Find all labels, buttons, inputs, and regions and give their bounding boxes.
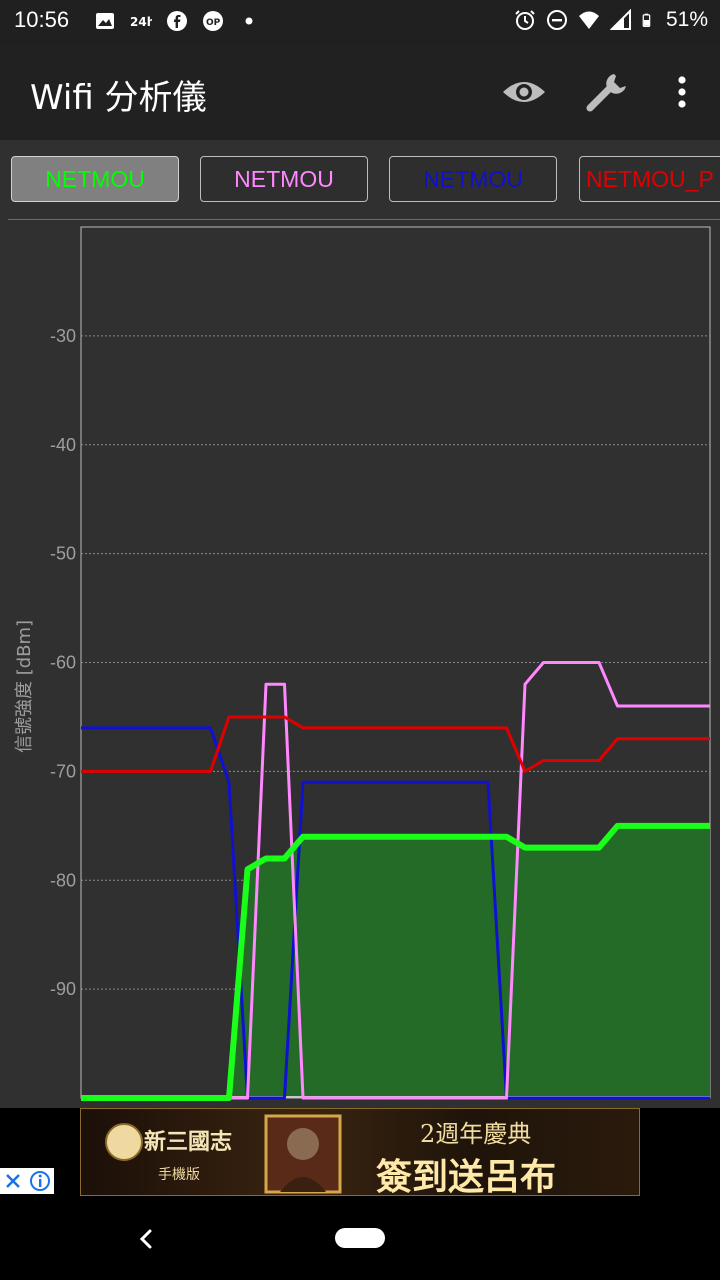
close-icon[interactable]	[3, 1171, 23, 1191]
app-title: Wifi 分析儀	[30, 78, 207, 118]
signal-chart: -30 -40 -50 -60 -70 -80 -90 信號強度 [dBm]	[0, 220, 720, 1108]
ad-text-top: 2週年慶典	[420, 1120, 532, 1148]
home-pill[interactable]	[335, 1228, 385, 1248]
back-icon[interactable]	[136, 1228, 156, 1250]
y-tick-label: -90	[50, 979, 76, 999]
signal-chart-svg: -30 -40 -50 -60 -70 -80 -90 信號強度 [dBm]	[14, 226, 711, 1101]
ad-text-bottom: 簽到送呂布	[376, 1156, 557, 1196]
alarm-icon	[515, 10, 535, 30]
y-tick-label: -60	[50, 653, 76, 673]
y-tick-label: -70	[50, 761, 76, 781]
more-vert-icon	[678, 76, 686, 108]
ad-controls	[0, 1168, 54, 1194]
app-bar: Wifi 分析儀	[0, 44, 720, 140]
battery-icon	[642, 13, 651, 27]
ad-brand-sub: 手機版	[158, 1167, 200, 1183]
tab-network-3[interactable]: NETMOU	[389, 156, 557, 202]
status-bar: 10:56 24h OP 51%	[0, 0, 720, 44]
status-time: 10:56	[14, 7, 70, 32]
signal-icon	[609, 9, 631, 30]
svg-text:OP: OP	[206, 18, 221, 28]
svg-text:24h: 24h	[130, 15, 152, 29]
tab-network-2[interactable]: NETMOU	[200, 156, 368, 202]
dot-icon	[245, 17, 253, 25]
tools-button[interactable]	[582, 66, 634, 118]
eye-button[interactable]	[498, 66, 550, 118]
navigation-bar	[0, 1196, 720, 1280]
y-axis-label: 信號強度 [dBm]	[14, 620, 35, 753]
info-icon[interactable]	[29, 1170, 51, 1192]
ad-banner[interactable]: 新三國志 手機版 2週年慶典 簽到送呂布	[80, 1108, 640, 1196]
tab-label: NETMOU	[234, 165, 334, 192]
tab-network-4[interactable]: NETMOU_P	[579, 156, 720, 202]
tab-label: NETMOU_P	[586, 165, 714, 192]
op-icon: OP	[203, 11, 223, 31]
y-tick-label: -30	[50, 326, 76, 346]
ad-brand: 新三國志	[144, 1129, 233, 1155]
y-tick-label: -50	[50, 544, 76, 564]
network-tabs: NETMOU NETMOU NETMOU NETMOU_P	[0, 140, 720, 220]
image-icon	[96, 13, 114, 29]
facebook-icon	[167, 11, 187, 31]
ad-area: 新三國志 手機版 2週年慶典 簽到送呂布	[0, 1108, 720, 1196]
more-options-button[interactable]	[656, 66, 708, 118]
main-content: NETMOU NETMOU NETMOU NETMOU_P -30 -40 -50-…	[0, 140, 720, 1108]
battery-percent: 51%	[665, 8, 708, 31]
wrench-icon	[586, 74, 626, 112]
eye-icon	[503, 82, 545, 102]
tab-label: NETMOU	[423, 165, 523, 192]
24h-icon: 24h	[130, 15, 152, 29]
y-tick-label: -80	[50, 870, 76, 890]
dnd-icon	[546, 10, 567, 30]
tab-network-1[interactable]: NETMOU	[11, 156, 179, 202]
wifi-icon	[578, 11, 599, 29]
y-tick-label: -40	[50, 435, 76, 455]
tab-label: NETMOU	[45, 165, 145, 192]
